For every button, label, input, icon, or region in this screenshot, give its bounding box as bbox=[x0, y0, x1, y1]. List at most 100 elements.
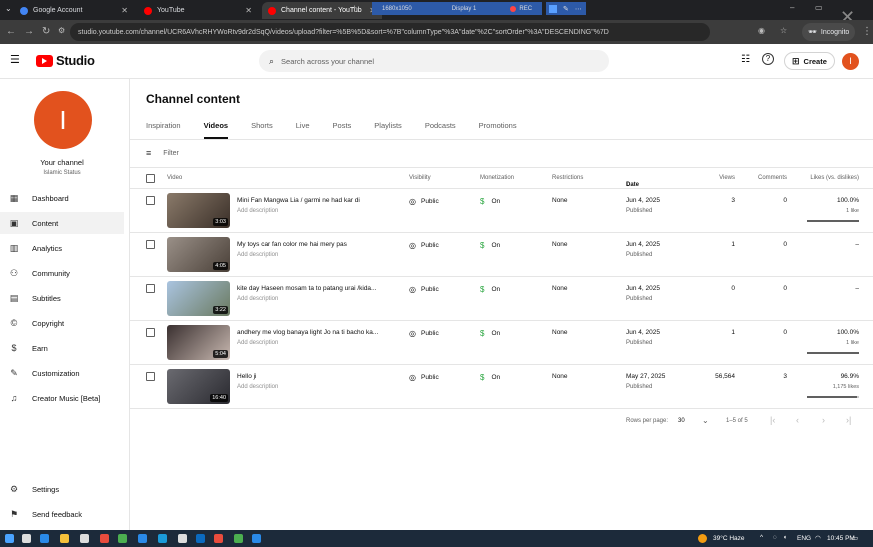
network-icon[interactable]: ◌ bbox=[773, 534, 777, 541]
tab-search-icon[interactable]: ⌄ bbox=[5, 4, 12, 13]
site-info-icon[interactable]: ⚙ bbox=[58, 26, 65, 35]
video-description[interactable]: Add description bbox=[237, 208, 278, 214]
language-label[interactable]: ENG bbox=[797, 535, 811, 542]
video-description[interactable]: Add description bbox=[237, 296, 278, 302]
tab-playlists[interactable]: Playlists bbox=[374, 121, 402, 139]
row-checkbox[interactable] bbox=[146, 196, 155, 205]
table-row[interactable]: 3:22 kite day Haseen mosam ta to patang u… bbox=[130, 277, 873, 321]
create-button[interactable]: ⊞ Create bbox=[784, 52, 835, 70]
rec-indicator[interactable]: REC bbox=[510, 5, 532, 12]
monetization-cell[interactable]: $ On bbox=[480, 241, 500, 250]
row-checkbox[interactable] bbox=[146, 240, 155, 249]
browser-tab[interactable]: Google Account ✕ bbox=[14, 2, 134, 19]
video-description[interactable]: Add description bbox=[237, 252, 278, 258]
tab-shorts[interactable]: Shorts bbox=[251, 121, 273, 139]
url-field[interactable]: studio.youtube.com/channel/UCR6AVhcRHYWo… bbox=[70, 23, 710, 41]
app-icon[interactable] bbox=[178, 534, 187, 543]
video-description[interactable]: Add description bbox=[237, 340, 278, 346]
sidebar-item-earn[interactable]: $ Earn bbox=[0, 337, 124, 359]
app-icon[interactable] bbox=[138, 534, 147, 543]
visibility-cell[interactable]: ◎ Public bbox=[409, 197, 439, 206]
tab-live[interactable]: Live bbox=[296, 121, 310, 139]
recorder-tools[interactable]: ✎ ⋯ bbox=[546, 2, 586, 15]
more-icon[interactable]: ⋯ bbox=[575, 5, 582, 13]
volume-icon[interactable]: ◖ bbox=[783, 534, 787, 541]
table-row[interactable]: 16:40 Hello ji Add description None May 27, … bbox=[130, 365, 873, 409]
next-page-icon[interactable]: › bbox=[822, 415, 825, 425]
back-icon[interactable]: ← bbox=[6, 26, 16, 37]
wifi-icon[interactable]: ◠ bbox=[815, 534, 821, 542]
last-page-icon[interactable]: ›| bbox=[846, 415, 851, 425]
visibility-cell[interactable]: ◎ Public bbox=[409, 241, 439, 250]
sidebar-item-content[interactable]: ▣ Content bbox=[0, 212, 124, 234]
visibility-cell[interactable]: ◎ Public bbox=[409, 285, 439, 294]
visibility-cell[interactable]: ◎ Public bbox=[409, 329, 439, 338]
video-title[interactable]: Hello ji bbox=[237, 373, 387, 380]
subtitles-shortcut-icon[interactable]: ☷ bbox=[741, 54, 750, 65]
app-icon[interactable] bbox=[100, 534, 109, 543]
tracking-off-icon[interactable]: ◉ bbox=[758, 26, 765, 35]
pen-icon[interactable]: ✎ bbox=[563, 5, 569, 13]
browser-tab[interactable]: Channel content - YouTub✕ bbox=[262, 2, 382, 19]
close-tab-icon[interactable]: ✕ bbox=[121, 6, 128, 15]
studio-logo[interactable]: Studio bbox=[36, 53, 95, 68]
video-title[interactable]: kite day Haseen mosam ta to patang urai … bbox=[237, 285, 387, 292]
row-checkbox[interactable] bbox=[146, 284, 155, 293]
reload-icon[interactable]: ↻ bbox=[42, 26, 50, 37]
sidebar-item-copyright[interactable]: © Copyright bbox=[0, 312, 124, 334]
app-icon[interactable] bbox=[40, 534, 49, 543]
channel-avatar[interactable]: I bbox=[34, 91, 92, 149]
file-explorer-icon[interactable] bbox=[60, 534, 69, 543]
chrome-icon[interactable] bbox=[118, 534, 127, 543]
video-thumbnail[interactable]: 16:40 bbox=[167, 369, 230, 404]
row-checkbox[interactable] bbox=[146, 372, 155, 381]
tray-chevron-icon[interactable]: ^ bbox=[760, 534, 763, 541]
video-title[interactable]: andhery me vlog banaya light Jo na ti ba… bbox=[237, 329, 387, 336]
edge-icon[interactable] bbox=[158, 534, 167, 543]
visibility-cell[interactable]: ◎ Public bbox=[409, 373, 439, 382]
sidebar-item-analytics[interactable]: ▥ Analytics bbox=[0, 237, 124, 259]
row-checkbox[interactable] bbox=[146, 328, 155, 337]
app-icon[interactable] bbox=[80, 534, 89, 543]
select-all-checkbox[interactable] bbox=[146, 174, 155, 183]
table-row[interactable]: 4:05 My toys car fan color me hai mery pa… bbox=[130, 233, 873, 277]
incognito-badge[interactable]: 🕶 Incognito bbox=[802, 23, 856, 41]
sidebar-item-customization[interactable]: ✎ Customization bbox=[0, 362, 124, 384]
bookmark-icon[interactable]: ☆ bbox=[780, 26, 787, 35]
rows-per-page-select[interactable]: 30 bbox=[678, 418, 685, 424]
video-thumbnail[interactable]: 4:05 bbox=[167, 237, 230, 272]
notification-icon[interactable]: ▭ bbox=[852, 534, 858, 542]
search-taskbar-icon[interactable] bbox=[22, 534, 31, 543]
monetization-cell[interactable]: $ On bbox=[480, 373, 500, 382]
tab-promotions[interactable]: Promotions bbox=[479, 121, 517, 139]
prev-page-icon[interactable]: ‹ bbox=[796, 415, 799, 425]
app-icon[interactable] bbox=[252, 534, 261, 543]
video-thumbnail[interactable]: 3:03 bbox=[167, 193, 230, 228]
tab-inspiration[interactable]: Inspiration bbox=[146, 121, 181, 139]
app-icon[interactable] bbox=[196, 534, 205, 543]
browser-menu-icon[interactable]: ⋮ bbox=[862, 26, 872, 37]
sidebar-item-settings[interactable]: ⚙ Settings bbox=[0, 478, 124, 500]
app-icon[interactable] bbox=[234, 534, 243, 543]
chevron-down-icon[interactable]: ⌄ bbox=[702, 416, 709, 425]
search-input[interactable]: ⌕ Search across your channel bbox=[259, 50, 609, 72]
start-icon[interactable] bbox=[5, 534, 14, 543]
monetization-cell[interactable]: $ On bbox=[480, 285, 500, 294]
tab-videos[interactable]: Videos bbox=[203, 121, 229, 139]
video-description[interactable]: Add description bbox=[237, 384, 278, 390]
close-tab-icon[interactable]: ✕ bbox=[245, 6, 252, 15]
sidebar-item-subtitles[interactable]: ▤ Subtitles bbox=[0, 287, 124, 309]
sidebar-item-creator-music-beta[interactable]: ♫ Creator Music [Beta] bbox=[0, 387, 124, 409]
weather-label[interactable]: 39°C Haze bbox=[713, 535, 745, 542]
filter-bar[interactable]: ≡ Filter bbox=[146, 145, 179, 161]
hamburger-menu-icon[interactable]: ☰ bbox=[10, 53, 20, 66]
video-title[interactable]: Mini Fan Mangwa Lia / garmi ne had kar d… bbox=[237, 197, 387, 204]
account-avatar[interactable]: I bbox=[842, 53, 859, 70]
sidebar-item-community[interactable]: ⚇ Community bbox=[0, 262, 124, 284]
first-page-icon[interactable]: |‹ bbox=[770, 415, 775, 425]
clock[interactable]: 10:45 PM bbox=[827, 535, 855, 542]
help-icon[interactable]: ? bbox=[762, 53, 774, 65]
video-thumbnail[interactable]: 3:22 bbox=[167, 281, 230, 316]
new-tab-button[interactable]: + bbox=[352, 3, 357, 13]
tab-podcasts[interactable]: Podcasts bbox=[425, 121, 456, 139]
